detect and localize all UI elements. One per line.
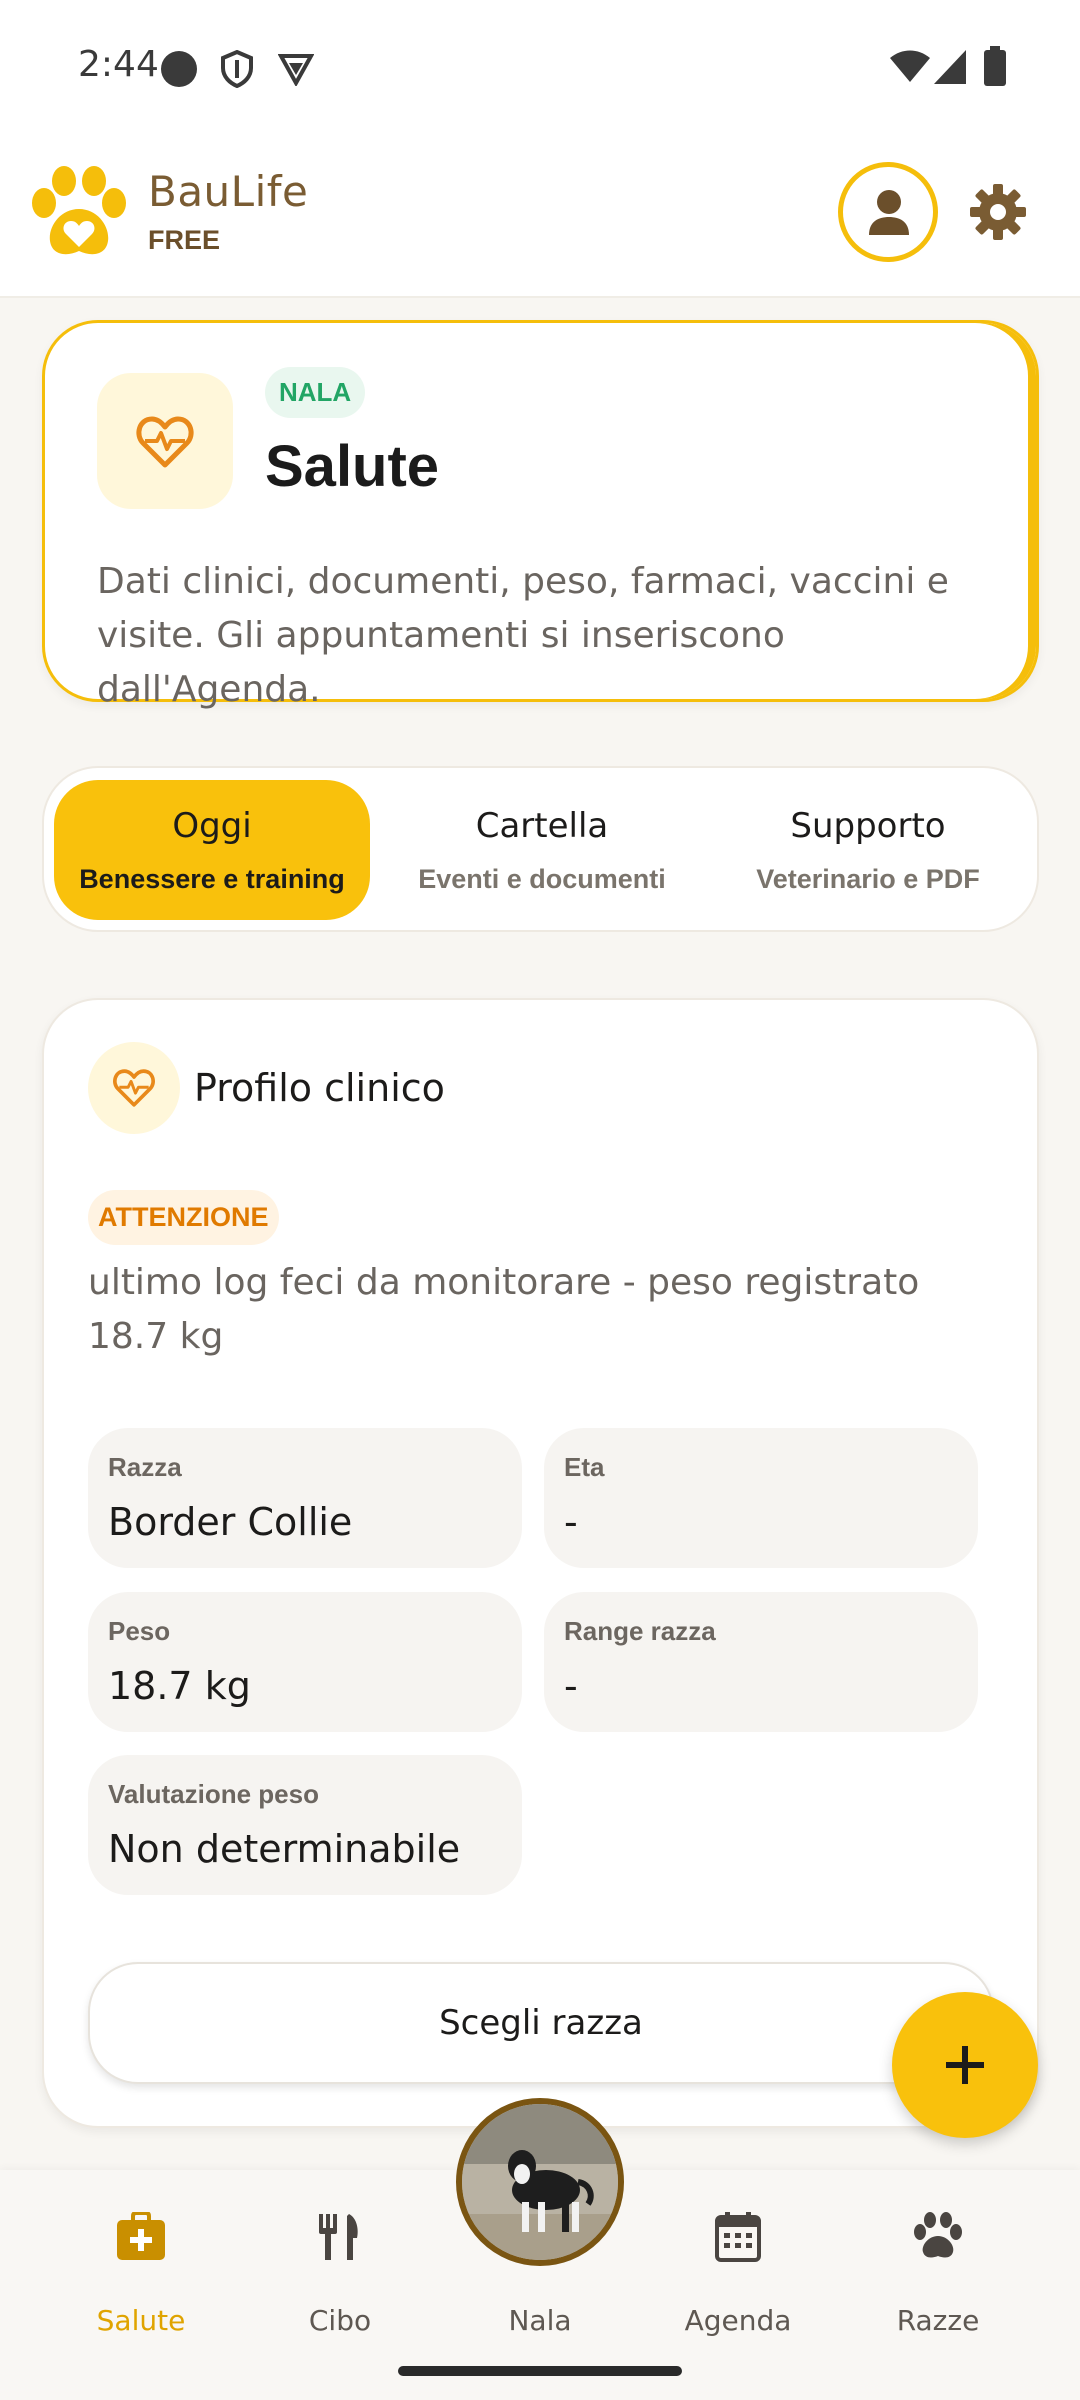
nav-label: Agenda <box>684 2304 792 2337</box>
status-time: 2:44 <box>78 44 159 85</box>
clinical-profile-card: Profilo clinico ATTENZIONE ultimo log fe… <box>42 998 1039 2128</box>
field-age: Eta - <box>544 1428 978 1568</box>
heart-pulse-icon <box>113 1069 155 1107</box>
section-tabs: Oggi Benessere e training Cartella Event… <box>42 766 1039 932</box>
pet-avatar[interactable] <box>456 2098 624 2266</box>
nav-label: Razze <box>896 2304 980 2337</box>
tab-sublabel: Benessere e training <box>79 864 345 894</box>
field-label: Valutazione peso <box>108 1779 319 1809</box>
field-weight-evaluation: Valutazione peso Non determinabile <box>88 1755 522 1895</box>
brand-name: BauLife <box>148 167 309 216</box>
page-description: Dati clinici, documenti, peso, farmaci, … <box>97 561 949 710</box>
field-label: Range razza <box>564 1616 716 1646</box>
dog-photo <box>462 2104 618 2260</box>
choose-breed-button[interactable]: Scegli razza <box>88 1962 994 2084</box>
field-breed-range: Range razza - <box>544 1592 978 1732</box>
nav-item-razze[interactable]: Razze <box>838 2212 1038 2337</box>
paw-heart-icon <box>32 166 126 255</box>
calendar-icon <box>715 2212 761 2262</box>
health-hero-card: NALA Salute Dati clinici, documenti, pes… <box>42 320 1039 710</box>
nav-label: Salute <box>96 2304 186 2337</box>
medical-kit-icon <box>117 2212 165 2260</box>
record-dot-icon <box>161 51 197 87</box>
field-label: Razza <box>108 1452 182 1482</box>
shield-icon <box>221 50 253 88</box>
field-label: Eta <box>564 1452 605 1482</box>
nav-item-salute[interactable]: Salute <box>41 2212 241 2337</box>
clinical-profile-title: Profilo clinico <box>194 1066 445 1110</box>
plan-badge: FREE <box>148 225 221 255</box>
hero-icon-box <box>97 373 233 509</box>
profile-button[interactable] <box>838 162 938 262</box>
field-value: 18.7 kg <box>108 1664 251 1708</box>
tab-label: Supporto <box>790 806 946 846</box>
vpn-icon <box>278 54 314 86</box>
tab-label: Oggi <box>172 806 252 846</box>
pet-name-badge: NALA <box>265 367 366 418</box>
warning-badge: ATTENZIONE <box>88 1190 279 1245</box>
tab-oggi[interactable]: Oggi Benessere e training <box>54 780 370 920</box>
clinical-icon-circle <box>88 1042 180 1134</box>
paw-icon <box>914 2212 962 2258</box>
fork-knife-icon <box>319 2214 358 2260</box>
field-breed: Razza Border Collie <box>88 1428 522 1568</box>
field-value: - <box>564 1500 578 1544</box>
battery-icon <box>984 46 1006 86</box>
field-value: Border Collie <box>108 1500 353 1544</box>
page-title: Salute <box>265 434 440 499</box>
plus-icon <box>946 2046 984 2084</box>
gear-icon[interactable] <box>970 184 1026 240</box>
field-weight: Peso 18.7 kg <box>88 1592 522 1732</box>
warning-text: ultimo log feci da monitorare - peso reg… <box>88 1262 920 1357</box>
heart-pulse-icon <box>136 416 194 468</box>
wifi-icon <box>890 50 930 82</box>
app-header: BauLife FREE <box>0 135 1080 298</box>
tab-sublabel: Eventi e documenti <box>418 864 666 894</box>
tab-sublabel: Veterinario e PDF <box>756 864 980 894</box>
field-value: Non determinabile <box>108 1827 461 1871</box>
nav-item-agenda[interactable]: Agenda <box>638 2212 838 2337</box>
tab-supporto[interactable]: Supporto Veterinario e PDF <box>710 780 1026 920</box>
status-bar: 2:44 <box>0 0 1080 135</box>
tab-cartella[interactable]: Cartella Eventi e documenti <box>384 780 700 920</box>
add-fab-button[interactable] <box>892 1992 1038 2138</box>
tab-label: Cartella <box>475 806 609 846</box>
nav-item-cibo[interactable]: Cibo <box>240 2212 440 2337</box>
nav-label: Cibo <box>308 2304 372 2337</box>
field-value: - <box>564 1664 578 1708</box>
person-icon <box>869 190 909 235</box>
home-indicator[interactable] <box>398 2366 682 2376</box>
field-label: Peso <box>108 1616 171 1646</box>
signal-icon <box>934 50 966 84</box>
nav-label: Nala <box>508 2304 572 2337</box>
